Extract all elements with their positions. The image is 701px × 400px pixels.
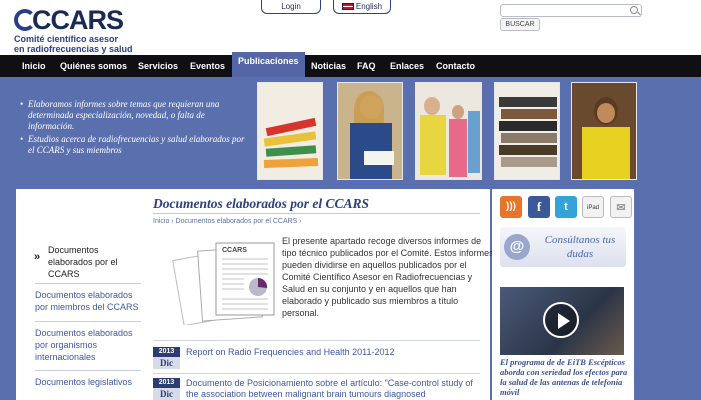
sidebar-item-legislativos[interactable]: Documentos legislativos bbox=[35, 376, 145, 388]
sidebar-item-active[interactable]: Documentos elaborados por el CCARS bbox=[34, 244, 144, 280]
contact-box[interactable]: @ Consúltanos tus dudas bbox=[500, 227, 626, 267]
nav-publicaciones[interactable]: Publicaciones bbox=[232, 52, 305, 77]
right-sidebar: ))) f t iPad ✉ @ Consúltanos tus dudas E… bbox=[492, 189, 634, 400]
banner-bullet: Estudios acerca de radiofrecuencias y sa… bbox=[20, 134, 250, 156]
facebook-icon[interactable]: f bbox=[528, 196, 550, 218]
breadcrumb[interactable]: Inicio › Documentos elaborados por el CC… bbox=[153, 218, 302, 225]
contact-label: Consúltanos tus dudas bbox=[544, 234, 616, 260]
sidebar-divider bbox=[35, 321, 141, 322]
nav-eventos[interactable]: Eventos bbox=[190, 55, 225, 77]
search-input[interactable] bbox=[500, 4, 642, 17]
list-divider bbox=[153, 373, 480, 374]
date-badge: 2013 Dic bbox=[153, 347, 180, 369]
document-title[interactable]: Documento de Posicionamiento sobre el ar… bbox=[186, 378, 486, 400]
doc-image-label: CCARS bbox=[222, 247, 247, 254]
ipad-icon[interactable]: iPad bbox=[582, 196, 604, 218]
banner-bullet: Elaboramos informes sobre temas que requ… bbox=[20, 99, 250, 132]
sidebar-divider bbox=[35, 283, 141, 284]
page-title: Documentos elaborados por el CCARS bbox=[153, 196, 370, 211]
nav-inicio[interactable]: Inicio bbox=[22, 55, 46, 77]
logo-tagline-2: en radiofrecuencias y salud bbox=[14, 44, 133, 54]
language-label: English bbox=[355, 2, 383, 11]
nav-contacto[interactable]: Contacto bbox=[436, 55, 475, 77]
mail-icon[interactable]: ✉ bbox=[610, 196, 632, 218]
logo-wordmark: CCARS bbox=[14, 7, 133, 34]
nav-enlaces[interactable]: Enlaces bbox=[390, 55, 424, 77]
nav-servicios[interactable]: Servicios bbox=[138, 55, 178, 77]
ccars-logo[interactable]: CCARS Comité científico asesor en radiof… bbox=[14, 7, 133, 54]
rss-icon[interactable]: ))) bbox=[500, 196, 522, 218]
site-header: CCARS Comité científico asesor en radiof… bbox=[0, 0, 701, 55]
date-month: Dic bbox=[153, 357, 180, 369]
date-year: 2013 bbox=[153, 378, 180, 388]
search-icon[interactable] bbox=[630, 6, 638, 14]
play-icon[interactable] bbox=[543, 302, 579, 338]
main-nav: Inicio Quiénes somos Servicios Eventos P… bbox=[0, 52, 701, 77]
at-sign-icon: @ bbox=[504, 234, 530, 260]
banner-photo-books bbox=[494, 82, 560, 180]
banner-photo-student-library bbox=[571, 82, 637, 180]
date-year: 2013 bbox=[153, 347, 180, 357]
video-caption[interactable]: El programa de de EiTB Escépticos aborda… bbox=[500, 357, 628, 397]
title-divider bbox=[153, 213, 480, 214]
main-area: Documentos elaborados por el CCARS Inici… bbox=[0, 187, 701, 400]
intro-text: El presente apartado recoge diversos inf… bbox=[282, 236, 494, 318]
content-panel: Documentos elaborados por el CCARS Inici… bbox=[16, 189, 494, 400]
banner: Elaboramos informes sobre temas que requ… bbox=[0, 77, 701, 187]
documents-illustration: CCARS bbox=[172, 242, 275, 325]
video-thumbnail[interactable] bbox=[500, 287, 624, 355]
uk-flag-icon bbox=[341, 3, 354, 11]
logo-c-icon bbox=[14, 9, 36, 31]
nav-faq[interactable]: FAQ bbox=[357, 55, 376, 77]
nav-quienes-somos[interactable]: Quiénes somos bbox=[60, 55, 127, 77]
login-button[interactable]: Login bbox=[261, 0, 321, 14]
date-month: Dic bbox=[153, 388, 180, 400]
sidebar-item-miembros[interactable]: Documentos elaborados por miembros del C… bbox=[35, 289, 145, 313]
nav-noticias[interactable]: Noticias bbox=[311, 55, 346, 77]
sidebar-divider bbox=[35, 370, 141, 371]
twitter-icon[interactable]: t bbox=[555, 196, 577, 218]
banner-photo-students bbox=[415, 82, 482, 180]
language-button[interactable]: English bbox=[333, 0, 391, 14]
search-button[interactable]: BUSCAR bbox=[500, 18, 540, 31]
logo-tagline-1: Comité científico asesor bbox=[14, 34, 119, 44]
date-badge: 2013 Dic bbox=[153, 378, 180, 400]
banner-photo-student-reading bbox=[337, 82, 403, 180]
banner-photo-papers bbox=[257, 82, 323, 180]
sidebar-item-organismos[interactable]: Documentos elaborados por organismos int… bbox=[35, 327, 145, 363]
list-divider bbox=[153, 340, 480, 341]
document-title[interactable]: Report on Radio Frequencies and Health 2… bbox=[186, 347, 486, 358]
banner-text: Elaboramos informes sobre temas que requ… bbox=[20, 99, 250, 158]
